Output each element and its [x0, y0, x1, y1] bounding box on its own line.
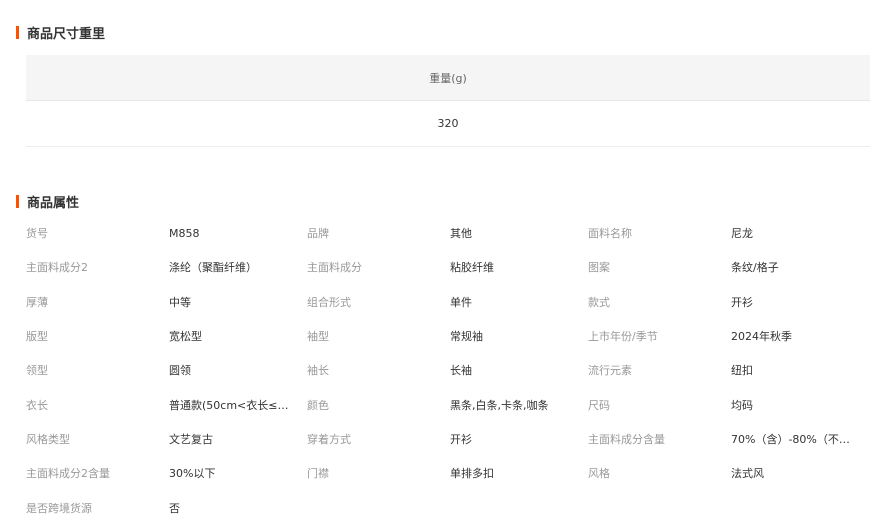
attribute-label: 风格: [588, 467, 610, 481]
attribute-label: 版型: [26, 330, 48, 344]
attribute-value: 30%以下: [169, 467, 216, 481]
weight-column-header: 重量(g): [26, 55, 870, 101]
attribute-label: 厚薄: [26, 295, 48, 309]
attribute-row: 是否跨境货源 否: [26, 490, 870, 524]
attribute-value: 圆领: [169, 364, 191, 378]
section-accent-bar: [16, 195, 19, 208]
attr-section-title-text: 商品属性: [27, 196, 80, 211]
section-accent-bar: [16, 26, 19, 39]
attribute-label: 货号: [26, 227, 48, 241]
product-attributes-grid: 货号 M858 品牌 其他 面料名称 尼龙主面料成分2 涤纶（聚酯纤维） 主面料成分 粘胶纤维 图…: [26, 216, 870, 525]
attribute-label: 主面料成分: [307, 261, 362, 275]
attribute-label: 图案: [588, 261, 610, 275]
attribute-row: 货号 M858 品牌 其他 面料名称 尼龙: [26, 216, 870, 250]
attribute-row: 主面料成分2含量 30%以下 门襟 单排多扣 风格 法式风: [26, 456, 870, 490]
attribute-value: 粘胶纤维: [450, 261, 494, 275]
attribute-value: M858: [169, 226, 200, 240]
size-weight-table: 重量(g) 320: [26, 55, 870, 147]
attribute-row: 版型 宽松型 袖型 常规袖 上市年份/季节 2024年秋季: [26, 319, 870, 353]
attribute-row: 厚薄 中等 组合形式 单件 款式 开衫: [26, 285, 870, 319]
size-section-title-text: 商品尺寸重里: [27, 27, 106, 42]
attribute-value: 开衫: [450, 432, 472, 446]
size-section-title: 商品尺寸重里: [16, 23, 105, 42]
attribute-value: 法式风: [731, 467, 764, 481]
attribute-value: 开衫: [731, 295, 753, 309]
attribute-value: 普通款(50cm<衣长≤…: [169, 398, 289, 412]
attribute-value: 常规袖: [450, 330, 483, 344]
attribute-label: 穿着方式: [307, 432, 351, 446]
attr-section-title: 商品属性: [16, 192, 79, 211]
attribute-label: 款式: [588, 295, 610, 309]
attribute-label: 衣长: [26, 398, 48, 412]
attribute-label: 袖长: [307, 364, 329, 378]
attribute-row: 主面料成分2 涤纶（聚酯纤维） 主面料成分 粘胶纤维 图案 条纹/格子: [26, 250, 870, 284]
attribute-value: 其他: [450, 227, 472, 241]
attribute-label: 主面料成分2: [26, 261, 88, 275]
attribute-value: 宽松型: [169, 330, 202, 344]
attribute-row: 风格类型 文艺复古 穿着方式 开衫 主面料成分含量 70%（含）-80%（不…: [26, 422, 870, 456]
attribute-value: 均码: [731, 398, 753, 412]
attribute-value: 70%（含）-80%（不…: [731, 432, 850, 446]
attribute-value: 纽扣: [731, 364, 753, 378]
attribute-value: 条纹/格子: [731, 261, 779, 275]
attribute-label: 品牌: [307, 227, 329, 241]
attribute-value: 否: [169, 501, 180, 515]
attribute-label: 门襟: [307, 467, 329, 481]
attribute-row: 衣长 普通款(50cm<衣长≤… 颜色 黑条,白条,卡条,咖条 尺码 均码: [26, 387, 870, 421]
attribute-value: 涤纶（聚酯纤维）: [169, 261, 257, 275]
attribute-label: 流行元素: [588, 364, 632, 378]
attribute-label: 面料名称: [588, 227, 632, 241]
attribute-value: 长袖: [450, 364, 472, 378]
attribute-label: 是否跨境货源: [26, 501, 92, 515]
attribute-label: 上市年份/季节: [588, 330, 658, 344]
attribute-value: 尼龙: [731, 227, 753, 241]
attribute-label: 袖型: [307, 330, 329, 344]
attribute-label: 主面料成分含量: [588, 432, 665, 446]
attribute-value: 单排多扣: [450, 467, 494, 481]
weight-value-cell: 320: [26, 101, 870, 147]
attribute-label: 尺码: [588, 398, 610, 412]
attribute-label: 领型: [26, 364, 48, 378]
attribute-row: 领型 圆领 袖长 长袖 流行元素 纽扣: [26, 353, 870, 387]
attribute-label: 风格类型: [26, 432, 70, 446]
attribute-label: 主面料成分2含量: [26, 467, 110, 481]
attribute-value: 2024年秋季: [731, 330, 792, 344]
attribute-value: 黑条,白条,卡条,咖条: [450, 398, 549, 412]
attribute-value: 文艺复古: [169, 432, 213, 446]
attribute-label: 组合形式: [307, 295, 351, 309]
attribute-value: 中等: [169, 295, 191, 309]
attribute-value: 单件: [450, 295, 472, 309]
attribute-label: 颜色: [307, 398, 329, 412]
